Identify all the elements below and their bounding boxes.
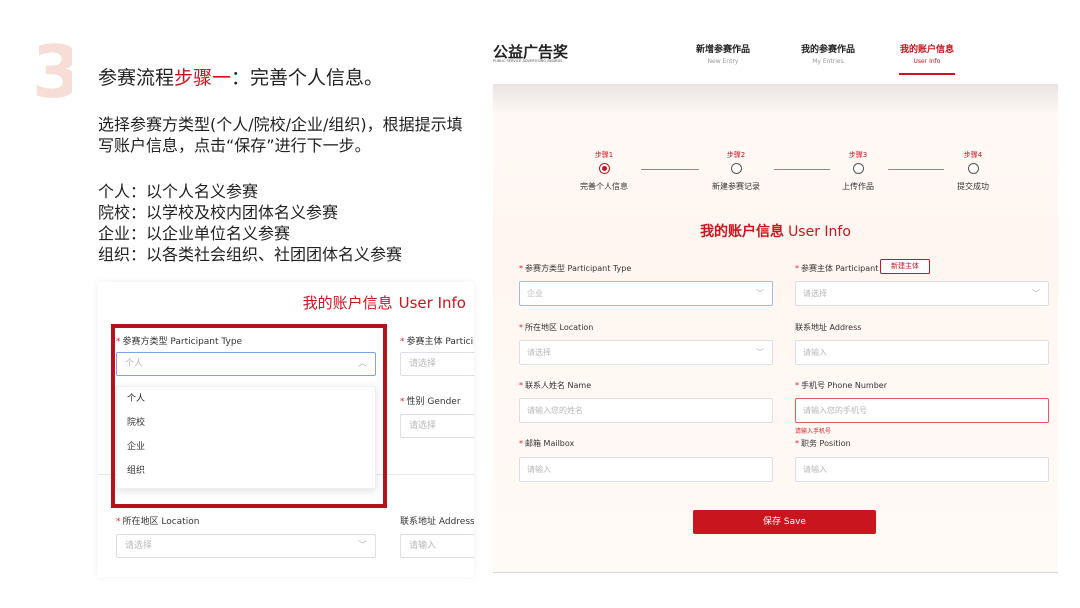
bottom-divider bbox=[493, 572, 1058, 573]
name-input[interactable]: 请输入您的姓名 bbox=[519, 398, 773, 423]
crop-title: 我的账户信息 User Info bbox=[303, 292, 466, 313]
participant-select[interactable]: 请选择 ﹀ bbox=[795, 281, 1049, 306]
step-number: 3 bbox=[32, 40, 72, 108]
crop-gender-label: * 性别 Gender bbox=[400, 397, 461, 407]
crop-location-label: * 所在地区 Location bbox=[116, 517, 200, 527]
type-individual: 个人：以个人名义参赛 bbox=[98, 182, 259, 201]
chevron-down-icon: ﹀ bbox=[357, 541, 367, 551]
heading-accent: 步骤一 bbox=[174, 67, 232, 89]
type-organization: 组织：以各类社会组织、社团团体名义参赛 bbox=[98, 245, 403, 264]
step-4: 步骤4 提交成功 bbox=[957, 151, 989, 191]
nav-new-entry[interactable]: 新增参赛作品 New Entry bbox=[683, 42, 763, 65]
new-participant-button[interactable]: 新建主体 bbox=[880, 259, 930, 274]
crop-address-input[interactable]: 请输入 bbox=[400, 534, 474, 558]
heading-suffix: ：完善个人信息。 bbox=[231, 67, 384, 89]
type-school: 院校：以学校及校内团体名义参赛 bbox=[98, 203, 339, 222]
slide-paragraph: 选择参赛方类型(个人/院校/企业/组织)，根据提示填写账户信息，点击“保存”进行… bbox=[98, 115, 463, 155]
location-label: * 所在地区 Location bbox=[519, 323, 594, 332]
crop-address-label: 联系地址 Address bbox=[400, 517, 474, 527]
mailbox-input[interactable]: 请输入 bbox=[519, 457, 773, 482]
mailbox-label: * 邮箱 Mailbox bbox=[519, 439, 575, 448]
location-select[interactable]: 请选择 ﹀ bbox=[519, 340, 773, 365]
site-logo-subtitle: PUBLIC SERVICE ADVERTISING AWARDS bbox=[493, 59, 563, 63]
participant-label: * 参赛主体 Participant bbox=[795, 264, 879, 273]
step-1: 步骤1 完善个人信息 bbox=[580, 151, 628, 191]
save-button[interactable]: 保存 Save bbox=[693, 510, 876, 534]
address-input[interactable]: 请输入 bbox=[795, 340, 1049, 365]
type-enterprise: 企业：以企业单位名义参赛 bbox=[98, 224, 291, 243]
nav-active-underline bbox=[899, 73, 955, 75]
crop-gender-select[interactable]: 请选择 bbox=[400, 414, 474, 438]
participant-type-label: * 参赛方类型 Participant Type bbox=[519, 264, 632, 273]
heading-prefix: 参赛流程 bbox=[98, 67, 175, 89]
highlight-box bbox=[111, 324, 387, 508]
nav-shadow bbox=[493, 84, 1058, 114]
crop-location-select[interactable]: 请选择 ﹀ bbox=[116, 534, 376, 558]
step-radio-icon bbox=[967, 163, 979, 174]
phone-input[interactable]: 请输入您的手机号 bbox=[795, 398, 1049, 423]
slide-heading: 参赛流程步骤一：完善个人信息。 bbox=[98, 66, 383, 90]
step-3: 步骤3 上传作品 bbox=[842, 151, 874, 191]
crop-participant-label: *参赛主体 Participa bbox=[400, 337, 474, 347]
crop-title-en: User Info bbox=[398, 294, 466, 312]
step-active-radio-icon bbox=[598, 163, 610, 174]
nav-user-info[interactable]: 我的账户信息 User Info bbox=[887, 42, 967, 65]
name-label: * 联系人姓名 Name bbox=[519, 381, 592, 390]
step-2: 步骤2 新建参赛记录 bbox=[712, 151, 760, 191]
phone-error-message: 请输入手机号 bbox=[795, 428, 832, 435]
step-radio-icon bbox=[852, 163, 864, 174]
crop-participant-select[interactable]: 请选择 bbox=[400, 352, 474, 376]
participant-type-list: 个人：以个人名义参赛 院校：以学校及校内团体名义参赛 企业：以企业单位名义参赛 … bbox=[98, 181, 402, 265]
step-radio-icon bbox=[730, 163, 742, 174]
position-input[interactable]: 请输入 bbox=[795, 457, 1049, 482]
form-title: 我的账户信息 User Info bbox=[700, 224, 851, 240]
top-nav: 公益广告奖 PUBLIC SERVICE ADVERTISING AWARDS … bbox=[493, 32, 1058, 84]
chevron-down-icon: ﹀ bbox=[756, 348, 764, 357]
app-screenshot: 公益广告奖 PUBLIC SERVICE ADVERTISING AWARDS … bbox=[493, 32, 1058, 574]
participant-type-select[interactable]: 企业 ﹀ bbox=[519, 281, 773, 306]
chevron-down-icon: ﹀ bbox=[1032, 289, 1040, 298]
phone-label: * 手机号 Phone Number bbox=[795, 381, 888, 390]
position-label: * 职务 Position bbox=[795, 439, 851, 448]
chevron-down-icon: ﹀ bbox=[756, 289, 764, 298]
nav-my-entries[interactable]: 我的参赛作品 My Entries bbox=[788, 42, 868, 65]
address-label: 联系地址 Address bbox=[795, 323, 862, 332]
crop-title-zh: 我的账户信息 bbox=[302, 294, 393, 312]
